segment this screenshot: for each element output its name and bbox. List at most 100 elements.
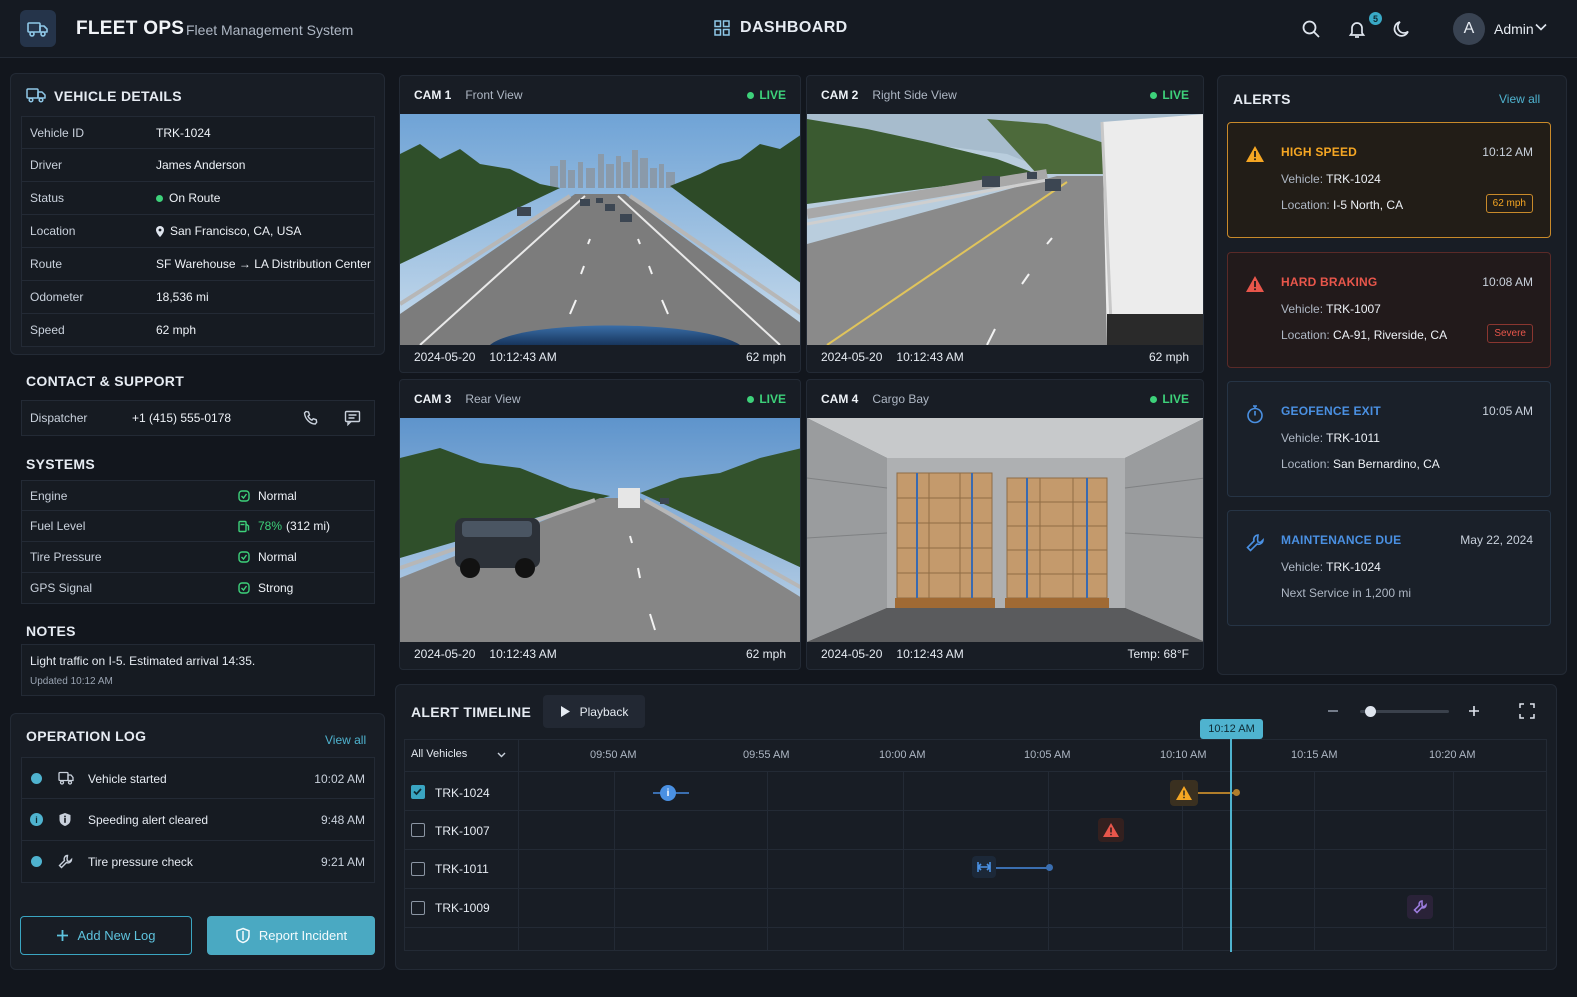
vehicle-checkbox-trk-1009[interactable] bbox=[411, 901, 425, 915]
camera-footer: 2024-05-20 10:12:43 AM 62 mph bbox=[400, 639, 800, 669]
log-row[interactable]: i Speeding alert cleared 9:48 AM bbox=[21, 799, 375, 841]
check-shield-icon bbox=[238, 489, 250, 502]
alert-card-hard-braking[interactable]: HARD BRAKING 10:08 AM Vehicle: TRK-1007 … bbox=[1227, 252, 1551, 368]
alert-title: HARD BRAKING bbox=[1281, 275, 1378, 289]
fuel-icon bbox=[238, 520, 250, 532]
chevron-down-icon[interactable] bbox=[1535, 23, 1547, 31]
timeline-grid-line bbox=[903, 771, 904, 951]
system-status: Normal bbox=[258, 488, 297, 503]
maintenance-event-icon[interactable] bbox=[1407, 895, 1433, 919]
detail-row: Location San Francisco, CA, USA bbox=[21, 215, 375, 248]
camera-tile-3[interactable]: CAM 3 Rear View LIVE 2024-05-20 10:12:43… bbox=[399, 379, 801, 670]
vehicle-checkbox-trk-1007[interactable] bbox=[411, 823, 425, 837]
detail-value: TRK-1024 bbox=[156, 125, 211, 140]
report-incident-button[interactable]: Report Incident bbox=[207, 916, 375, 955]
alert-card-geofence-exit[interactable]: GEOFENCE EXIT 10:05 AM Vehicle: TRK-1011… bbox=[1227, 381, 1551, 497]
camera-footer: 2024-05-20 10:12:43 AM 62 mph bbox=[807, 342, 1203, 372]
moon-icon[interactable] bbox=[1391, 18, 1413, 40]
alert-title: HIGH SPEED bbox=[1281, 145, 1358, 159]
add-new-log-button[interactable]: Add New Log bbox=[20, 916, 192, 955]
camera-date: 2024-05-20 bbox=[414, 350, 476, 364]
wrench-icon bbox=[58, 854, 73, 869]
shield-info-icon bbox=[58, 812, 72, 827]
timeline-tick: 10:00 AM bbox=[879, 749, 926, 761]
alert-speed-tag: 62 mph bbox=[1485, 194, 1533, 213]
alert-vehicle: Vehicle: TRK-1007 bbox=[1281, 302, 1381, 316]
message-icon[interactable] bbox=[344, 410, 361, 426]
detail-row: Status On Route bbox=[21, 182, 375, 215]
user-name[interactable]: Admin bbox=[1494, 21, 1534, 37]
zoom-slider[interactable] bbox=[1360, 706, 1449, 717]
system-row: GPS Signal Strong bbox=[21, 573, 375, 604]
chevron-down-icon[interactable] bbox=[497, 752, 506, 758]
hard-braking-event-icon[interactable] bbox=[1098, 818, 1124, 842]
log-dot-icon bbox=[31, 773, 42, 784]
check-shield-icon bbox=[238, 582, 250, 594]
location-pin-icon bbox=[156, 225, 164, 237]
alert-location-value: San Bernardino, CA bbox=[1333, 457, 1440, 471]
timeline-tick: 10:20 AM bbox=[1429, 749, 1476, 761]
alert-vehicle: Vehicle: TRK-1024 bbox=[1281, 560, 1381, 574]
current-time-line[interactable] bbox=[1230, 739, 1232, 952]
log-row[interactable]: Vehicle started 10:02 AM bbox=[21, 757, 375, 799]
operation-log-view-all-link[interactable]: View all bbox=[325, 733, 366, 747]
log-row[interactable]: Tire pressure check 9:21 AM bbox=[21, 841, 375, 883]
alert-card-high-speed[interactable]: HIGH SPEED 10:12 AM Vehicle: TRK-1024 Lo… bbox=[1227, 122, 1551, 238]
info-event-icon[interactable]: i bbox=[660, 785, 676, 801]
camera-temp: Temp: 68°F bbox=[1127, 647, 1190, 661]
timeline-grid-line bbox=[614, 771, 615, 951]
notes-box[interactable]: Light traffic on I-5. Estimated arrival … bbox=[21, 644, 375, 696]
timeline-grid-line bbox=[1048, 771, 1049, 951]
shield-icon bbox=[236, 927, 250, 944]
zoom-out-icon[interactable] bbox=[1326, 704, 1340, 718]
log-time: 10:02 AM bbox=[314, 772, 365, 786]
playback-button[interactable]: Playback bbox=[543, 695, 645, 728]
notification-badge: 5 bbox=[1367, 10, 1384, 27]
camera-time: 10:12:43 AM bbox=[896, 647, 964, 661]
vehicle-row-label: TRK-1024 bbox=[435, 786, 490, 800]
system-value: Normal bbox=[238, 489, 297, 503]
camera-tile-1[interactable]: CAM 1 Front View LIVE 2024-05-20 10:12:4… bbox=[399, 75, 801, 373]
camera-tile-2[interactable]: CAM 2 Right Side View LIVE 2024-05-20 10… bbox=[806, 75, 1204, 373]
camera-header: CAM 2 Right Side View LIVE bbox=[807, 76, 1203, 114]
timeline-row-line bbox=[404, 927, 1547, 928]
live-label: LIVE bbox=[1162, 392, 1189, 406]
system-row: Engine Normal bbox=[21, 480, 375, 511]
alert-location-label: Location: bbox=[1281, 198, 1330, 212]
detail-key: Location bbox=[30, 224, 76, 238]
timeline-grid-line bbox=[767, 771, 768, 951]
avatar[interactable]: A bbox=[1453, 13, 1485, 45]
detail-row: Odometer 18,536 mi bbox=[21, 281, 375, 314]
camera-tile-4[interactable]: CAM 4 Cargo Bay LIVE 2024-05-20 10:12:43… bbox=[806, 379, 1204, 670]
vehicle-filter-select[interactable]: All Vehicles bbox=[411, 748, 467, 760]
system-row: Tire Pressure Normal bbox=[21, 542, 375, 573]
alert-time: 10:08 AM bbox=[1482, 275, 1533, 289]
log-label: Speeding alert cleared bbox=[88, 813, 209, 827]
play-icon bbox=[560, 706, 570, 717]
alert-vehicle-label: Vehicle: bbox=[1281, 560, 1324, 574]
system-status: Normal bbox=[258, 550, 297, 564]
detail-key: Driver bbox=[30, 158, 62, 172]
system-key: Tire Pressure bbox=[30, 550, 102, 564]
notes-text: Light traffic on I-5. Estimated arrival … bbox=[30, 654, 256, 668]
fullscreen-icon[interactable] bbox=[1519, 703, 1535, 719]
camera-time: 10:12:43 AM bbox=[489, 350, 557, 364]
geofence-event-icon[interactable] bbox=[972, 856, 996, 878]
brand-name: FLEET OPS bbox=[76, 18, 185, 39]
zoom-in-icon[interactable] bbox=[1467, 704, 1481, 718]
plus-icon bbox=[57, 930, 69, 941]
bell-icon[interactable] bbox=[1346, 18, 1368, 40]
alert-location-label: Location: bbox=[1281, 457, 1330, 471]
zoom-slider-handle[interactable] bbox=[1365, 706, 1376, 717]
detail-row: Speed 62 mph bbox=[21, 314, 375, 347]
phone-icon[interactable] bbox=[303, 410, 319, 426]
search-icon[interactable] bbox=[1300, 18, 1322, 40]
alerts-view-all-link[interactable]: View all bbox=[1499, 92, 1540, 106]
alert-card-maintenance-due[interactable]: MAINTENANCE DUE May 22, 2024 Vehicle: TR… bbox=[1227, 510, 1551, 626]
alert-timeline-title: ALERT TIMELINE bbox=[411, 704, 532, 720]
warning-event-icon[interactable] bbox=[1170, 780, 1198, 806]
vehicle-checkbox-trk-1024[interactable] bbox=[411, 785, 425, 799]
dispatcher-row: Dispatcher +1 (415) 555-0178 bbox=[21, 400, 375, 436]
vehicle-checkbox-trk-1011[interactable] bbox=[411, 862, 425, 876]
warning-triangle-icon bbox=[1245, 145, 1265, 163]
